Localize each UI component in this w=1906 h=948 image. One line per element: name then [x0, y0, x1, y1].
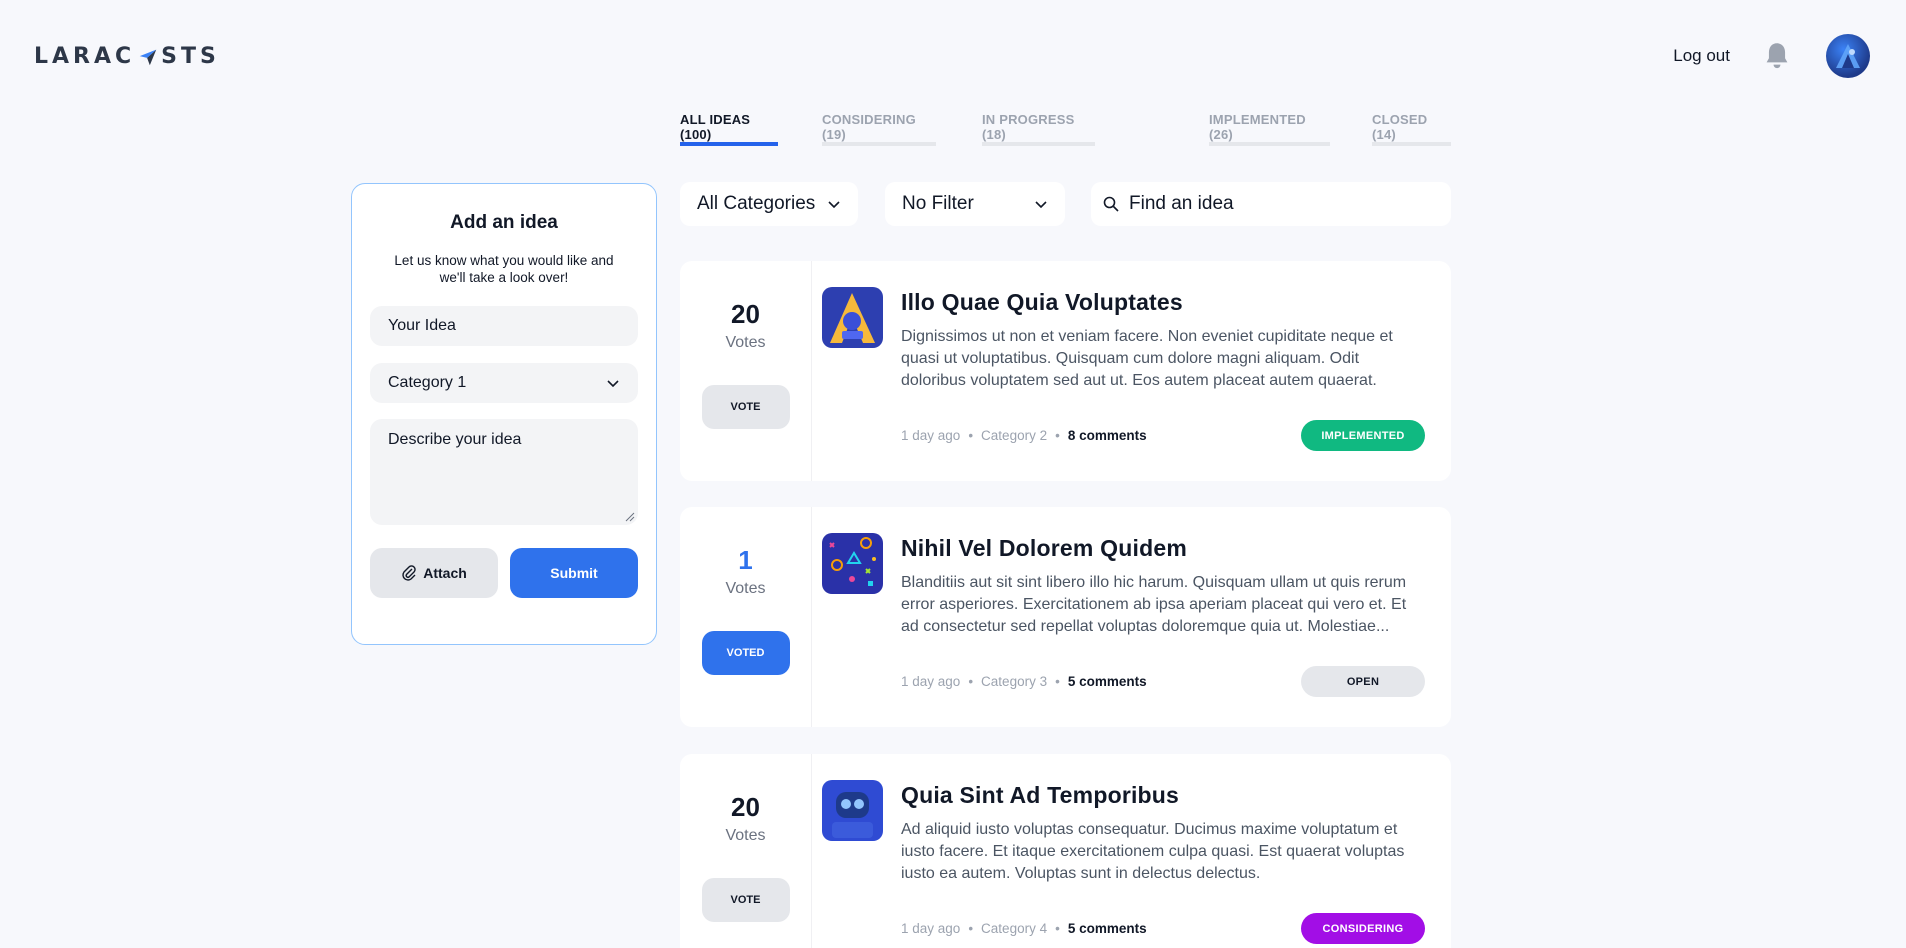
- logo-text-left: LARAC: [34, 44, 136, 69]
- vote-button[interactable]: VOTE: [701, 878, 790, 922]
- idea-card[interactable]: 1 Votes VOTED Nihil Vel Dolorem Quidem B…: [680, 507, 1451, 727]
- status-badge: IMPLEMENTED: [1301, 420, 1425, 451]
- user-avatar[interactable]: [1826, 34, 1870, 78]
- vote-label: Votes: [725, 580, 766, 597]
- attach-label: Attach: [423, 565, 467, 581]
- idea-title[interactable]: Quia Sint Ad Temporibus: [901, 782, 1425, 809]
- status-tabs: ALL IDEAS (100) CONSIDERING (19) IN PROG…: [680, 112, 1451, 146]
- status-badge: OPEN: [1301, 666, 1425, 697]
- attach-button[interactable]: Attach: [370, 548, 498, 598]
- idea-author-avatar[interactable]: [822, 287, 883, 348]
- meta-separator: •: [968, 674, 974, 689]
- idea-comments[interactable]: 5 comments: [1068, 921, 1147, 936]
- idea-title[interactable]: Nihil Vel Dolorem Quidem: [901, 535, 1425, 562]
- chevron-down-icon: [828, 201, 840, 209]
- idea-card[interactable]: 20 Votes VOTE Illo Quae Quia Voluptates …: [680, 261, 1451, 481]
- tab-considering[interactable]: CONSIDERING (19): [822, 112, 936, 146]
- idea-meta: 1 day ago • Category 3 • 5 comments: [901, 674, 1147, 689]
- paperclip-icon: [402, 565, 416, 581]
- laracasts-logo[interactable]: LARAC STS: [34, 44, 220, 69]
- category-filter-select[interactable]: All Categories: [680, 182, 858, 226]
- logout-link[interactable]: Log out: [1673, 46, 1730, 66]
- idea-time: 1 day ago: [901, 428, 961, 443]
- meta-separator: •: [1055, 674, 1060, 689]
- vote-count: 1: [738, 545, 753, 575]
- idea-time: 1 day ago: [901, 674, 961, 689]
- idea-description: Blanditiis aut sit sint libero illo hic …: [901, 574, 1407, 635]
- search-icon: [1103, 196, 1119, 212]
- other-filter-value: No Filter: [902, 193, 974, 214]
- idea-time: 1 day ago: [901, 921, 961, 936]
- add-idea-card: Add an idea Let us know what you would l…: [351, 183, 657, 645]
- tab-implemented[interactable]: IMPLEMENTED (26): [1209, 112, 1330, 146]
- category-select[interactable]: Category 1: [370, 363, 638, 403]
- meta-separator: •: [968, 428, 974, 443]
- status-badge: CONSIDERING: [1301, 913, 1425, 944]
- vote-label: Votes: [725, 334, 766, 351]
- vote-count: 20: [731, 299, 760, 329]
- add-idea-title: Add an idea: [450, 212, 558, 233]
- meta-separator: •: [1055, 921, 1060, 936]
- idea-description: Dignissimos ut non et veniam facere. Non…: [901, 328, 1393, 389]
- tab-in-progress[interactable]: IN PROGRESS (18): [982, 112, 1095, 146]
- idea-title[interactable]: Illo Quae Quia Voluptates: [901, 289, 1425, 316]
- rocket-logo-icon: [139, 49, 157, 65]
- vote-count: 20: [731, 792, 760, 822]
- vote-label: Votes: [725, 827, 766, 844]
- idea-meta: 1 day ago • Category 2 • 8 comments: [901, 428, 1147, 443]
- logo-text-right: STS: [161, 44, 220, 69]
- category-select-value: Category 1: [388, 374, 467, 391]
- chevron-down-icon: [1035, 201, 1047, 209]
- idea-comments[interactable]: 8 comments: [1068, 428, 1147, 443]
- idea-comments[interactable]: 5 comments: [1068, 674, 1147, 689]
- idea-category: Category 4: [981, 921, 1048, 936]
- add-idea-subtitle: Let us know what you would like and we'l…: [394, 253, 614, 285]
- search-box[interactable]: [1091, 182, 1451, 226]
- idea-category: Category 2: [981, 428, 1048, 443]
- idea-title-input[interactable]: Your Idea: [370, 306, 638, 346]
- idea-card[interactable]: 20 Votes VOTE Quia Sint Ad Temporibus Ad…: [680, 754, 1451, 948]
- other-filter-select[interactable]: No Filter: [885, 182, 1065, 226]
- idea-meta: 1 day ago • Category 4 • 5 comments: [901, 921, 1147, 936]
- tab-closed[interactable]: CLOSED (14): [1372, 112, 1451, 146]
- idea-category: Category 3: [981, 674, 1048, 689]
- description-textarea[interactable]: Describe your idea: [370, 419, 638, 525]
- search-input[interactable]: [1129, 193, 1429, 215]
- submit-button[interactable]: Submit: [510, 548, 638, 598]
- vote-button[interactable]: VOTE: [701, 385, 790, 429]
- chevron-down-icon: [607, 380, 619, 388]
- tab-all-ideas[interactable]: ALL IDEAS (100): [680, 112, 778, 146]
- notification-bell-icon[interactable]: [1762, 40, 1792, 72]
- idea-author-avatar[interactable]: [822, 533, 883, 594]
- category-filter-value: All Categories: [697, 193, 816, 214]
- idea-author-avatar[interactable]: [822, 780, 883, 841]
- meta-separator: •: [1055, 428, 1060, 443]
- description-placeholder: Describe your idea: [388, 431, 522, 448]
- voted-button[interactable]: VOTED: [701, 631, 790, 675]
- resize-handle-icon[interactable]: [625, 512, 635, 522]
- meta-separator: •: [968, 921, 974, 936]
- idea-description: Ad aliquid iusto voluptas consequatur. D…: [901, 821, 1405, 882]
